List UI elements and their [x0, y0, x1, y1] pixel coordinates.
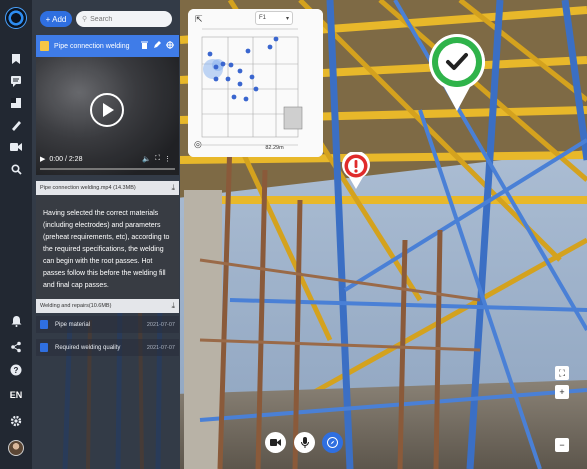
- download-icon[interactable]: ⤓: [171, 183, 175, 193]
- layers-icon[interactable]: [8, 95, 24, 111]
- search-box: ⚲: [76, 11, 172, 27]
- language-switch[interactable]: EN: [6, 390, 26, 400]
- attachment-doc[interactable]: Welding and repairs(10.6MB) ⤓: [36, 299, 179, 313]
- document-icon: [40, 320, 48, 329]
- bell-icon[interactable]: [8, 313, 24, 329]
- chevron-down-icon: ▾: [285, 15, 289, 22]
- floor-select[interactable]: F1 ▾: [255, 11, 293, 25]
- gear-icon[interactable]: [8, 413, 24, 429]
- share-icon[interactable]: [8, 339, 24, 355]
- help-icon[interactable]: ?: [8, 362, 24, 378]
- list-item[interactable]: Required welding quality 2021-07-07: [36, 339, 179, 356]
- attachment-name: Pipe connection welding.mp4 (14.3MB): [40, 185, 136, 191]
- play-small-icon[interactable]: ▶: [40, 155, 45, 163]
- video-progress[interactable]: [40, 168, 175, 170]
- svg-text:?: ?: [14, 366, 19, 375]
- logo-icon: [5, 7, 27, 29]
- left-rail: ? EN: [0, 0, 32, 469]
- avatar[interactable]: [8, 440, 24, 456]
- pencil-icon[interactable]: [152, 41, 162, 51]
- play-icon[interactable]: [90, 93, 124, 127]
- document-icon: [40, 41, 49, 51]
- scale-label: 82.29m: [265, 145, 284, 151]
- attachment-video[interactable]: Pipe connection welding.mp4 (14.3MB) ⤓: [36, 181, 179, 195]
- document-icon: [40, 343, 48, 352]
- record-video-button[interactable]: [265, 432, 286, 453]
- trash-icon[interactable]: [139, 41, 149, 51]
- microphone-button[interactable]: [294, 432, 315, 453]
- floor-plan[interactable]: [188, 9, 323, 157]
- locate-icon[interactable]: ◎: [194, 139, 202, 150]
- description-text: Having selected the correct materials (i…: [36, 195, 179, 299]
- search-icon[interactable]: [8, 161, 24, 177]
- video-controls: ▶ 0:00 / 2:28 🔈 ⛶ ⋮: [36, 150, 179, 168]
- alert-pin-icon[interactable]: [341, 152, 371, 190]
- video-camera-icon[interactable]: [8, 139, 24, 155]
- chat-icon[interactable]: [8, 73, 24, 89]
- add-button[interactable]: + Add: [40, 11, 72, 27]
- item-title: Pipe connection welding: [54, 42, 130, 50]
- download-icon[interactable]: ⤓: [171, 301, 175, 311]
- fullscreen-icon[interactable]: ⛶: [555, 366, 569, 380]
- compass-button[interactable]: [322, 432, 343, 453]
- checkmark-pin-icon[interactable]: [426, 31, 488, 113]
- list-item[interactable]: Pipe material 2021-07-07: [36, 316, 179, 333]
- search-icon: ⚲: [82, 16, 88, 23]
- volume-icon[interactable]: 🔈: [142, 155, 151, 163]
- attachment-name: Welding and repairs(10.6MB): [40, 303, 112, 309]
- zoom-out-button[interactable]: −: [555, 438, 569, 452]
- more-icon[interactable]: ⋮: [164, 155, 171, 163]
- search-input[interactable]: [90, 15, 171, 23]
- bookmark-icon[interactable]: [8, 51, 24, 67]
- video-time: 0:00 / 2:28: [49, 155, 83, 163]
- zoom-in-button[interactable]: +: [555, 385, 569, 399]
- minimap[interactable]: [188, 9, 323, 157]
- minimap-toggle-icon[interactable]: ⇱: [195, 14, 203, 25]
- target-icon[interactable]: [165, 41, 175, 51]
- fullscreen-icon[interactable]: ⛶: [155, 155, 160, 163]
- item-header[interactable]: Pipe connection welding: [36, 35, 179, 57]
- measure-icon[interactable]: [8, 117, 24, 133]
- floor-label: F1: [259, 15, 267, 21]
